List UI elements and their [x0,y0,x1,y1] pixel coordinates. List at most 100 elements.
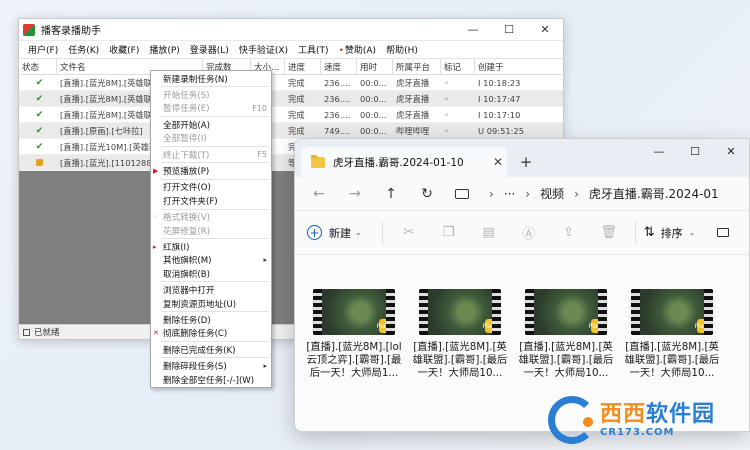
up-icon[interactable]: ↑ [377,180,405,208]
address-bar[interactable]: › ··· › 视频 › 虎牙直播.霸哥.2024-01 [449,181,749,207]
cell-elapsed: 00:0... [360,109,387,120]
context-menu-item[interactable]: 打开文件(O) [151,181,271,194]
context-menu-item[interactable]: 删除任务(D) [151,313,271,326]
maximize-icon[interactable]: ☐ [677,139,713,163]
recorder-menubar: 用户(F) 任务(K) 收藏(F) 播放(P) 登录器(L) 快手验证(X) 工… [19,41,563,59]
logo-domain: CR173.COM [600,426,675,438]
rename-icon[interactable]: Ⓐ [514,218,544,248]
context-menu-item: 开始任务(S) [151,88,271,101]
menu-sponsor[interactable]: 赞助(A) [334,43,382,56]
context-menu-item[interactable]: 删除碎段任务(S) ▸ [151,359,271,372]
menu-login[interactable]: 登录器(L) [185,43,234,56]
sort-button-label: 排序 [660,226,683,240]
close-icon[interactable]: ✕ [713,139,749,163]
cell-speed: 236.... [324,77,351,88]
cut-icon[interactable]: ✂ [394,218,424,248]
context-menu-item[interactable]: 全部开始(A) [151,118,271,131]
context-menu-item[interactable]: 复制资源页地址(U) [151,297,271,310]
menu-item-icon: ◦ [153,213,158,222]
file-item[interactable]: Player [直播].[蓝光8M].[英雄联盟].[霸哥].[最后一天！大师局1… [619,289,725,380]
col-elapsed[interactable]: 用时 [357,59,393,74]
table-row[interactable]: ✔ [直播].[原画].[七咔拉] 完成 749.... 00:0... 哔哩哔哩 ◦ U 0… [19,123,563,139]
menu-item-icon: ▶ [153,167,159,176]
menu-separator [161,311,269,313]
context-menu-item[interactable]: 其他旗帜(M) ▸ [151,254,271,267]
context-menu-item[interactable]: 新建录制任务(N) [151,72,271,85]
menu-separator [161,145,269,147]
minimize-icon[interactable]: — [455,19,491,41]
file-item[interactable]: Player [直播].[蓝光8M].[英雄联盟].[霸哥].[最后一天！大师局1… [407,289,513,380]
context-menu-item[interactable]: 删除已完成任务(K) [151,343,271,356]
menu-tools[interactable]: 工具(T) [293,43,334,56]
check-icon: ✔ [35,141,44,152]
cell-speed: 236.... [324,93,351,104]
sort-button[interactable]: ⇅ 排序 ⌄ [644,225,696,241]
toolbar-divider [381,221,383,244]
maximize-icon[interactable]: ☐ [491,19,527,41]
file-item[interactable]: Player [直播].[蓝光8M].[英雄联盟].[霸哥].[最后一天！大师局1… [513,289,619,380]
col-speed[interactable]: 速度 [321,59,357,74]
cell-progress: 完成 [288,125,305,136]
context-menu-item[interactable]: 打开文件夹(F) [151,194,271,207]
computer-icon [455,188,469,199]
file-name: [直播].[蓝光8M].[lol云顶之弈].[霸哥].[最后一天！大师局1... [306,341,402,379]
cell-created: I 10:18:23 [478,77,521,88]
delete-icon[interactable]: 🗑 [594,218,624,248]
col-platform[interactable]: 所属平台 [393,59,441,74]
minimize-icon[interactable]: — [641,139,677,163]
breadcrumb-videos[interactable]: 视频 [540,185,564,202]
context-menu-item[interactable]: ▶ 预览播放(P) [151,164,271,177]
close-icon[interactable]: ✕ [527,19,563,41]
context-menu-label: 全部暂停(I) [163,134,207,145]
copy-icon[interactable]: ❐ [434,218,464,248]
context-menu-item[interactable]: 删除全部空任务[-/-](W) [151,373,271,386]
share-icon[interactable]: ⇪ [554,218,584,248]
cell-mark: ◦ [444,109,449,120]
context-menu-label: 终止下载(T) [163,150,210,161]
menu-kuaishou[interactable]: 快手验证(X) [234,43,293,56]
cell-created: I 10:17:47 [478,93,521,104]
col-mark[interactable]: 标记 [441,59,475,74]
menu-help[interactable]: 帮助(H) [381,43,423,56]
file-name: [直播].[蓝光8M].[英雄联盟].[霸哥].[最后一天！大师局10... [624,341,720,379]
view-icon[interactable] [717,228,730,237]
menu-task[interactable]: 任务(K) [63,43,104,56]
table-row[interactable]: ✔ [直播].[蓝光8M].[英雄联盟] 完成 236.... 00:0... 虎牙直播 ◦… [19,91,563,107]
player-badge-icon: Player [483,319,501,333]
table-row[interactable]: ✔ [直播].[蓝光8M].[英雄联盟] 完成 236.... 00:0... 虎牙直播 ◦… [19,75,563,91]
tab-title: 虎牙直播.霸哥.2024-01-10 [333,156,464,169]
file-name: [直播].[蓝光8M].[英雄联盟].[霸哥].[最后一天！大师局10... [412,341,508,379]
tab-close-icon[interactable]: ✕ [489,155,507,169]
player-badge-icon: Player [589,319,607,333]
context-menu-item: 花屏修复(R) [151,224,271,237]
explorer-tabstrip: 虎牙直播.霸哥.2024-01-10 ✕ + — ☐ ✕ [295,139,749,177]
col-status[interactable]: 状态 [19,59,57,74]
explorer-window: 虎牙直播.霸哥.2024-01-10 ✕ + — ☐ ✕ ← → ↑ ↻ › ·… [294,138,750,432]
context-menu-item[interactable]: ✕ 彻底删除任务(C) [151,327,271,340]
new-tab-icon[interactable]: + [511,147,541,177]
menu-user[interactable]: 用户(F) [23,43,63,56]
paste-icon[interactable]: ▤ [474,218,504,248]
menu-favorites[interactable]: 收藏(F) [104,43,144,56]
back-icon[interactable]: ← [305,180,333,208]
context-menu-item[interactable]: 浏览器中打开 [151,283,271,296]
col-created[interactable]: 创建于 [475,59,563,74]
new-button[interactable]: + 新建 ⌄ [307,225,362,241]
forward-icon[interactable]: → [341,180,369,208]
context-menu-item: 终止下载(T) F5 [151,148,271,161]
context-menu-label: 删除碎段任务(S) [163,362,227,373]
breadcrumb-more[interactable]: ··· [504,187,515,201]
menu-play[interactable]: 播放(P) [144,43,184,56]
explorer-tab[interactable]: 虎牙直播.霸哥.2024-01-10 ✕ [301,147,507,177]
context-menu-item[interactable]: 取消旗帜(B) [151,267,271,280]
context-menu-item[interactable]: ▸ 红旗(I) [151,240,271,253]
video-thumbnail: Player [419,289,501,335]
breadcrumb-current[interactable]: 虎牙直播.霸哥.2024-01 [589,185,719,202]
shortcut-label: F10 [252,103,267,113]
chevron-down-icon: ⌄ [355,228,362,237]
table-row[interactable]: ✔ [直播].[蓝光8M].[英雄联盟] 完成 236.... 00:0... 虎牙直播 ◦… [19,107,563,123]
refresh-icon[interactable]: ↻ [413,180,441,208]
cell-speed: 749.... [324,125,351,136]
col-progress[interactable]: 进度 [285,59,321,74]
file-item[interactable]: Player [直播].[蓝光8M].[lol云顶之弈].[霸哥].[最后一天！大… [301,289,407,380]
